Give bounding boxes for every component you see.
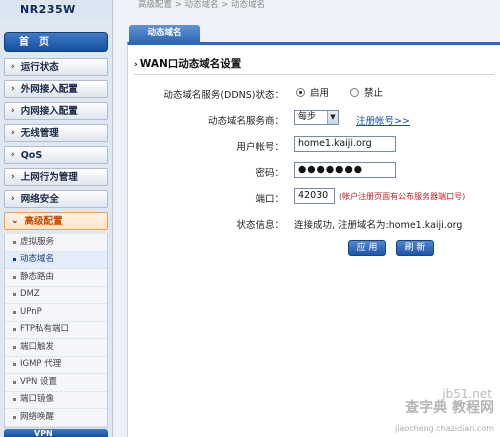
radio-enable-label: 启用 <box>310 88 330 99</box>
sidebar: NR235W 首 页 › 运行状态 › 外网接入配置 › 内网接入配置 › 无线管理 ›… <box>0 0 113 437</box>
submenu-item-static-route[interactable]: 静态路由 <box>5 269 107 287</box>
submenu-label: 动态域名 <box>20 254 55 264</box>
chevron-right-icon: › <box>11 127 15 138</box>
menu-item-vpn[interactable]: VPN <box>4 429 108 437</box>
bullet-icon <box>13 415 16 419</box>
chevron-right-icon: › <box>11 149 15 160</box>
main-content: 高级配置 > 动态域名 > 动态域名 动态域名 › WAN口动态域名设置 动态域名… <box>113 0 500 437</box>
breadcrumb: 高级配置 > 动态域名 > 动态域名 <box>138 0 266 10</box>
port-label: 端口： <box>255 194 284 205</box>
menu-item-advanced[interactable]: ⌄ 高级配置 <box>4 212 108 230</box>
bullet-icon <box>13 240 16 244</box>
password-label: 密码： <box>255 168 284 179</box>
submenu-item-igmp[interactable]: IGMP 代理 <box>5 357 107 374</box>
status-label: 状态信息： <box>236 220 284 231</box>
tab-ddns[interactable]: 动态域名 <box>129 25 200 42</box>
bullet-icon <box>13 328 16 332</box>
menu-item-wireless[interactable]: › 无线管理 <box>4 124 108 142</box>
dropdown-arrow-icon[interactable]: ▼ <box>327 111 338 124</box>
chevron-right-icon: › <box>11 193 15 204</box>
username-label: 用户帐号： <box>236 142 284 153</box>
menu-item-qos[interactable]: › QoS <box>4 146 108 164</box>
submenu-item-upnp[interactable]: UPnP <box>5 304 107 322</box>
submenu-label: DMZ <box>20 289 40 299</box>
radio-unchecked-icon[interactable] <box>350 87 359 97</box>
port-input[interactable]: 42030 <box>294 188 335 204</box>
register-account-link[interactable]: 注册帐号>> <box>356 113 410 127</box>
watermark-text: 查字典 教程网 <box>405 400 494 416</box>
menu-item-behavior[interactable]: › 上网行为管理 <box>4 168 108 186</box>
username-input[interactable]: home1.kaiji.org <box>294 136 396 152</box>
watermark-url: jiaocheng.chazidian.com <box>394 424 494 433</box>
radio-disable[interactable]: 禁止 <box>350 85 383 99</box>
bullet-icon <box>13 398 16 402</box>
chevron-down-icon: ⌄ <box>11 215 19 226</box>
menu-item-label: 高级配置 <box>24 215 63 227</box>
panel-title: › WAN口动态域名设置 <box>134 56 241 71</box>
chevron-right-icon: › <box>11 105 15 116</box>
bullet-icon <box>13 275 16 279</box>
submenu-label: 静态路由 <box>20 271 55 282</box>
radio-enable[interactable]: 启用 <box>296 85 329 99</box>
chevron-right-icon: › <box>11 61 15 72</box>
bullet-icon <box>13 380 16 384</box>
ddns-status-label: 动态域名服务(DDNS)状态： <box>163 90 284 101</box>
ddns-panel: › WAN口动态域名设置 动态域名服务(DDNS)状态： 启用 禁止 动态域名服务… <box>127 42 500 437</box>
radio-disable-label: 禁止 <box>364 88 384 99</box>
submenu-label: IGMP 代理 <box>20 359 62 369</box>
submenu-label: 虚拟服务 <box>20 236 55 247</box>
submenu-label: VPN 设置 <box>20 376 58 387</box>
provider-select[interactable]: 每步 ▼ <box>294 110 339 125</box>
chevron-right-icon: › <box>134 60 138 70</box>
panel-title-text: WAN口动态域名设置 <box>139 58 242 70</box>
divider <box>134 74 494 75</box>
menu-item-status[interactable]: › 运行状态 <box>4 58 108 76</box>
bullet-icon <box>13 363 16 367</box>
menu-item-label: 运行状态 <box>20 61 59 73</box>
device-model: NR235W <box>0 0 112 20</box>
menu-item-label: 上网行为管理 <box>20 171 78 183</box>
menu-item-label: 无线管理 <box>20 127 59 139</box>
password-input[interactable]: ●●●●●●● <box>294 162 396 178</box>
advanced-submenu: 虚拟服务 动态域名 静态路由 DMZ UPnP FTP私有端口 端口触发 IGM… <box>4 234 108 428</box>
menu-item-label: 外网接入配置 <box>20 83 78 95</box>
submenu-item-ftp-port[interactable]: FTP私有端口 <box>5 322 107 339</box>
provider-selected-value: 每步 <box>298 112 317 122</box>
bullet-icon <box>13 258 16 262</box>
refresh-button[interactable]: 刷 新 <box>396 240 434 256</box>
bullet-icon <box>13 345 16 349</box>
submenu-item-ddns[interactable]: 动态域名 <box>5 251 107 269</box>
chevron-right-icon: › <box>11 171 15 182</box>
submenu-item-virtual-server[interactable]: 虚拟服务 <box>5 234 107 252</box>
submenu-item-vpn-settings[interactable]: VPN 设置 <box>5 374 107 392</box>
submenu-item-port-trigger[interactable]: 端口触发 <box>5 339 107 357</box>
submenu-label: UPnP <box>20 306 42 317</box>
submenu-item-dmz[interactable]: DMZ <box>5 287 107 304</box>
home-button[interactable]: 首 页 <box>4 32 108 52</box>
menu-item-label: 网络安全 <box>20 193 59 205</box>
bullet-icon <box>13 293 16 297</box>
menu-item-label: QoS <box>20 149 43 161</box>
menu-item-wan[interactable]: › 外网接入配置 <box>4 80 108 98</box>
chevron-right-icon: › <box>11 83 15 94</box>
submenu-item-wol[interactable]: 网络唤醒 <box>5 409 107 427</box>
bullet-icon <box>13 310 16 314</box>
submenu-label: FTP私有端口 <box>20 324 70 334</box>
provider-label: 动态域名服务商： <box>207 116 284 127</box>
apply-button[interactable]: 应 用 <box>348 240 386 256</box>
submenu-label: 网络唤醒 <box>20 411 55 422</box>
status-value: 连接成功, 注册域名为:home1.kaiji.org <box>294 220 463 231</box>
radio-checked-icon[interactable] <box>296 87 305 97</box>
submenu-label: 端口镜像 <box>20 394 55 404</box>
menu-item-lan[interactable]: › 内网接入配置 <box>4 102 108 120</box>
menu-item-label: 内网接入配置 <box>20 105 78 117</box>
submenu-item-port-mirror[interactable]: 端口镜像 <box>5 392 107 409</box>
submenu-label: 端口触发 <box>20 341 55 352</box>
port-hint: (帐户注册页面有公布服务器端口号) <box>339 192 466 201</box>
menu-item-security[interactable]: › 网络安全 <box>4 190 108 208</box>
